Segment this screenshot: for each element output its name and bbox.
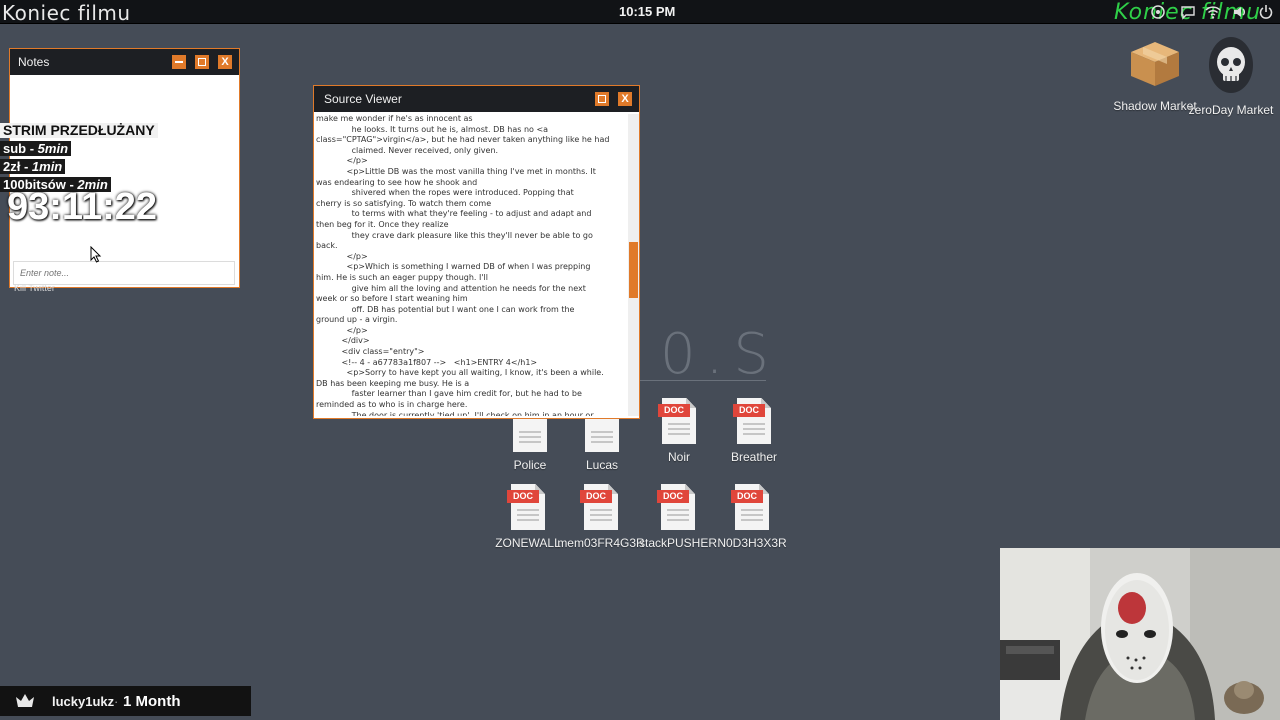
desktop-watermark: 0.S <box>660 322 779 387</box>
source-code-text[interactable]: make me wonder if he's as innocent as he… <box>316 114 626 416</box>
desktop-label-under-notes: Kill Twitter <box>14 283 55 293</box>
source-viewer-window[interactable]: Source Viewer X make me wonder if he's a… <box>313 85 640 419</box>
top-bar: Koniec filmu 10:15 PM Koniec filmu <box>0 0 1280 25</box>
subscription-months: 1 Month <box>123 693 181 710</box>
webcam-feed <box>1000 548 1280 720</box>
network-icon[interactable] <box>1150 4 1166 20</box>
watermark-underline <box>640 380 766 381</box>
chat-icon[interactable] <box>1180 4 1196 20</box>
desktop-icon-nodehexer[interactable]: DOC N0D3H3X3R <box>707 484 797 550</box>
overlay-rule: 2zł - 1min <box>0 159 66 174</box>
document-icon: DOC <box>657 484 697 530</box>
overlay-heading: STRIM PRZEDŁUŻANY <box>0 123 158 138</box>
wifi-icon[interactable] <box>1205 4 1221 20</box>
separator: · <box>114 694 119 709</box>
desktop-icon-breather[interactable]: DOC Breather <box>709 398 799 464</box>
document-icon: DOC <box>580 484 620 530</box>
desktop-icon-zeroday-market[interactable]: zeroDay Market <box>1186 36 1276 117</box>
clock[interactable]: 10:15 PM <box>619 4 675 19</box>
close-button[interactable]: X <box>218 55 232 69</box>
document-icon: DOC <box>658 398 698 444</box>
notes-title: Notes <box>18 55 50 69</box>
notes-titlebar[interactable]: Notes X <box>10 49 239 75</box>
volume-icon[interactable] <box>1232 4 1248 20</box>
document-icon: DOC <box>507 484 547 530</box>
maximize-button[interactable] <box>195 55 209 69</box>
scrollbar[interactable] <box>628 114 639 416</box>
crown-icon <box>16 694 34 707</box>
scrollbar-thumb[interactable] <box>629 242 638 298</box>
power-icon[interactable] <box>1258 4 1274 20</box>
mouse-cursor-icon <box>90 246 102 263</box>
skull-icon <box>1209 37 1253 93</box>
stream-overlay: STRIM PRZEDŁUŻANY sub - 5min 2zł - 1min … <box>0 122 158 194</box>
top-left-title: Koniec filmu <box>2 1 131 25</box>
subscription-alert: lucky1ukz · 1 Month <box>0 686 251 716</box>
maximize-button[interactable] <box>595 92 609 106</box>
minimize-button[interactable] <box>172 55 186 69</box>
source-viewer-title: Source Viewer <box>324 92 402 106</box>
subscriber-name: lucky1ukz <box>52 694 115 709</box>
stream-timer: 93:11:22 <box>7 186 158 228</box>
note-input[interactable] <box>13 261 235 285</box>
document-icon: DOC <box>733 398 773 444</box>
close-button[interactable]: X <box>618 92 632 106</box>
box-icon <box>1131 42 1179 86</box>
source-viewer-titlebar[interactable]: Source Viewer X <box>314 86 639 112</box>
document-icon: DOC <box>731 484 771 530</box>
overlay-rule: sub - 5min <box>0 141 72 156</box>
